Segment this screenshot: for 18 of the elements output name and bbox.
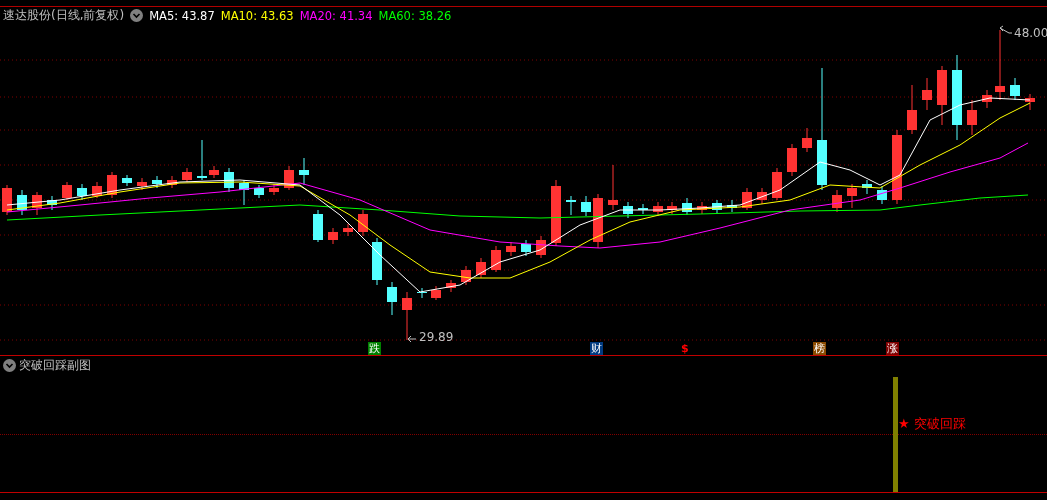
- leader-line: [407, 335, 417, 343]
- indicator-value: MA60: 38.26: [378, 8, 452, 23]
- sub-chart-title: 突破回踩副图: [19, 356, 91, 374]
- chart-title: 速达股份(日线,前复权): [3, 7, 125, 24]
- event-marker[interactable]: 跌: [368, 342, 381, 355]
- leader-line: [999, 25, 1013, 34]
- dropdown-icon[interactable]: [130, 9, 144, 22]
- high-price-label: 48.00: [1014, 26, 1047, 40]
- signal-label: ★ 突破回踩: [898, 415, 966, 433]
- event-marker[interactable]: 榜: [813, 342, 826, 355]
- indicator-value: MA10: 43.63: [220, 8, 294, 23]
- event-marker[interactable]: 涨: [886, 342, 899, 355]
- event-marker[interactable]: 财: [590, 342, 603, 355]
- dropdown-icon[interactable]: [3, 358, 16, 372]
- event-marker[interactable]: $: [681, 342, 689, 355]
- indicator-value: MA20: 41.34: [299, 8, 373, 23]
- low-price-label: 29.89: [419, 330, 454, 343]
- indicator-value: MA5: 43.87: [149, 8, 215, 23]
